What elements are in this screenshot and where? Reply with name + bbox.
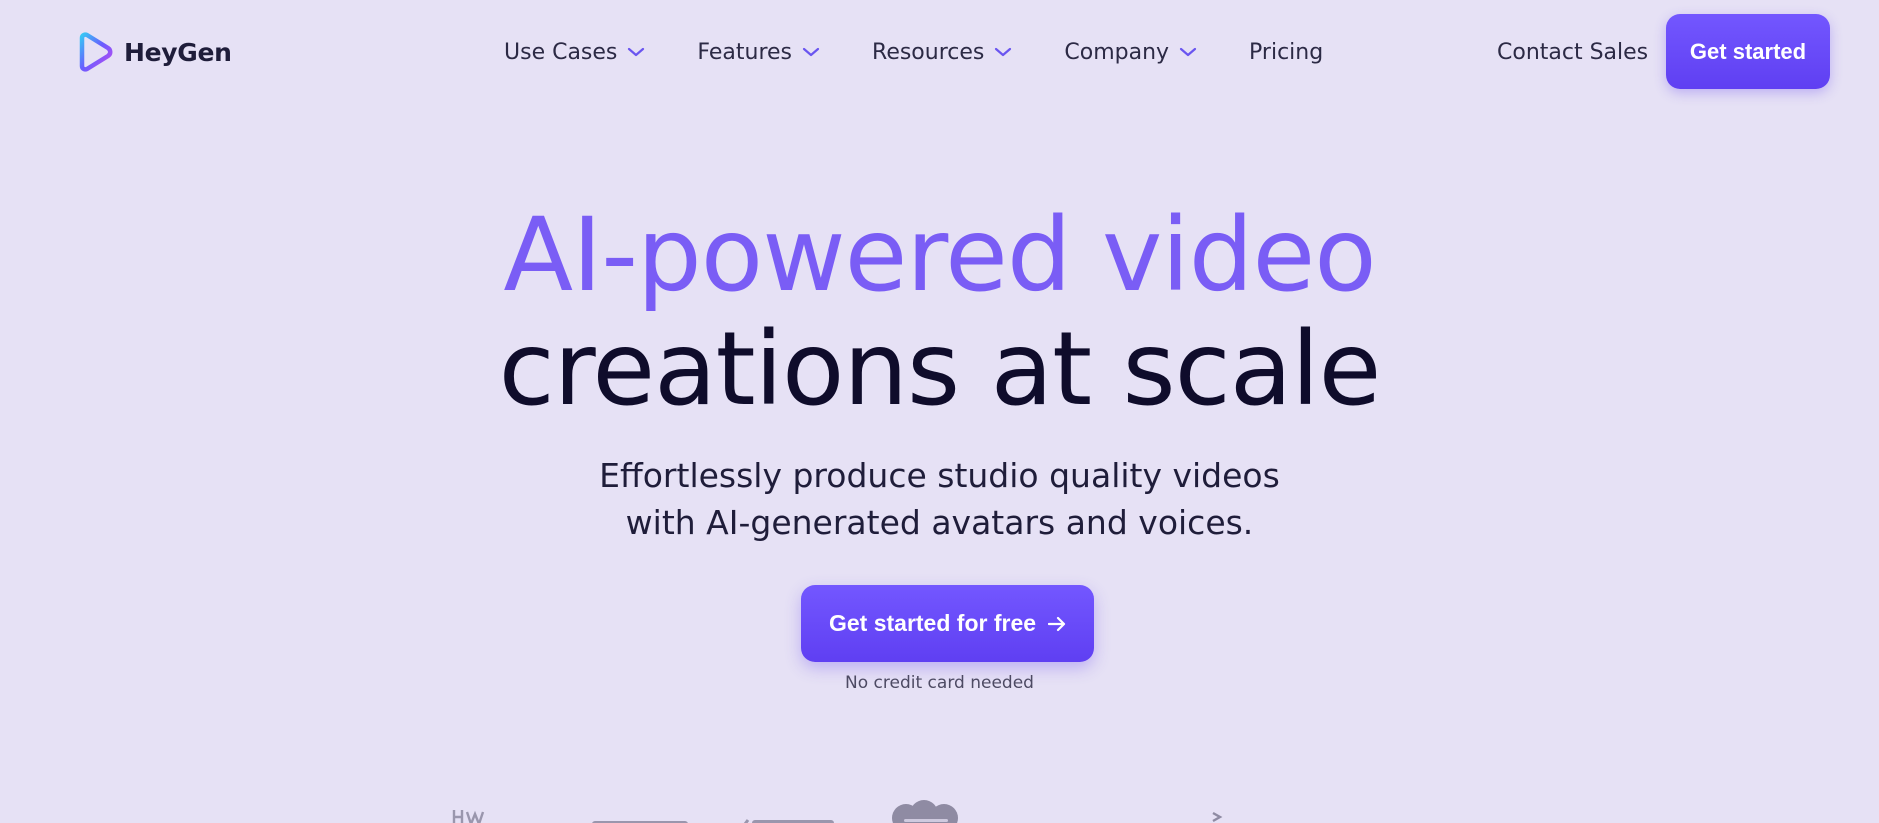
nav-item-label: Features <box>697 39 793 65</box>
hero-subtitle-line1: Effortlessly produce studio quality vide… <box>599 456 1280 495</box>
hero-headline: creations at scale <box>498 310 1382 429</box>
get-started-button[interactable]: Get started <box>1666 14 1830 89</box>
chevron-down-icon <box>1179 46 1197 58</box>
contact-sales-link[interactable]: Contact Sales <box>1497 0 1648 104</box>
customer-logo <box>452 808 496 823</box>
customer-logos-strip <box>0 796 1879 823</box>
brand-name: HeyGen <box>124 37 232 67</box>
hero-headline-accent: AI-powered video <box>503 196 1376 315</box>
brand-logo[interactable]: HeyGen <box>74 32 232 72</box>
nav-item-label: Company <box>1064 39 1170 65</box>
chevron-down-icon <box>627 46 645 58</box>
nav-item-label: Resources <box>872 39 985 65</box>
nav-item-resources[interactable]: Resources <box>872 40 1012 65</box>
nav-item-use-cases[interactable]: Use Cases <box>504 40 645 65</box>
nav-item-features[interactable]: Features <box>697 40 820 65</box>
main-nav: Use Cases Features Resources Company Pri… <box>504 0 1323 104</box>
cta-label: Get started for free <box>828 610 1037 636</box>
nav-item-label: Pricing <box>1249 39 1324 65</box>
heygen-logo-icon <box>74 32 114 72</box>
customer-logo <box>740 813 834 823</box>
site-header: HeyGen Use Cases Features Resources Comp… <box>0 0 1879 104</box>
customer-logo <box>592 814 688 823</box>
chevron-down-icon <box>802 46 820 58</box>
get-started-free-button[interactable]: Get started for free <box>801 585 1094 662</box>
salesforce-cloud-icon <box>888 800 964 823</box>
nav-item-company[interactable]: Company <box>1064 40 1197 65</box>
page: HeyGen Use Cases Features Resources Comp… <box>0 0 1879 823</box>
no-credit-card-note: No credit card needed <box>845 673 1034 693</box>
customer-logo <box>1210 810 1224 823</box>
nav-item-pricing[interactable]: Pricing <box>1249 40 1323 65</box>
arrow-right-icon <box>1048 616 1066 632</box>
hero-subtitle-line2: with AI-generated avatars and voices. <box>625 503 1254 542</box>
chevron-down-icon <box>994 46 1012 58</box>
nav-item-label: Use Cases <box>504 39 618 65</box>
